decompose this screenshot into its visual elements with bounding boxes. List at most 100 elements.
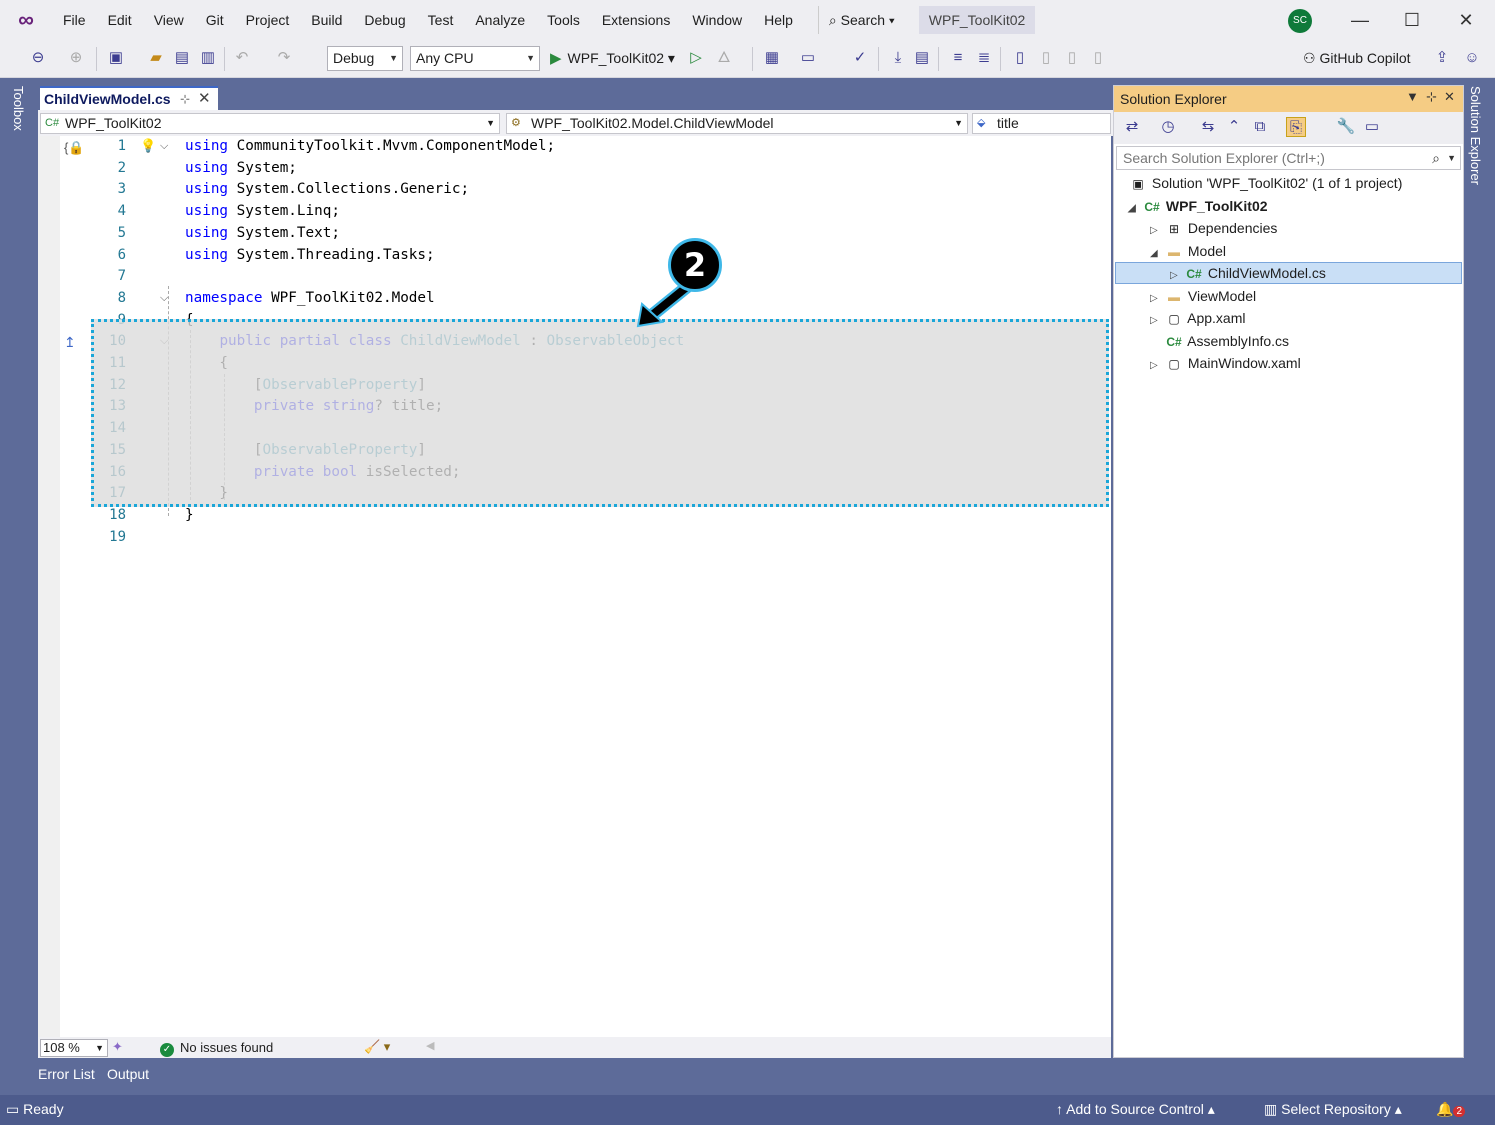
undo-icon[interactable]: ↶ xyxy=(232,48,252,68)
properties-icon[interactable]: 🔧 xyxy=(1336,117,1356,137)
tree-model-folder[interactable]: ◢ ▬ Model xyxy=(1150,240,1226,262)
search-button[interactable]: ⌕ Search ▾ xyxy=(817,6,905,34)
bookmark-icon[interactable]: ▯ xyxy=(1010,48,1030,68)
maximize-icon[interactable]: ☐ xyxy=(1400,8,1424,32)
menu-analyze[interactable]: Analyze xyxy=(464,0,536,40)
sync-icon[interactable]: ⇆ xyxy=(1198,117,1218,137)
navigate-back-icon[interactable]: ⊖ xyxy=(28,48,48,68)
show-all-files-icon[interactable]: ⧉ xyxy=(1250,117,1270,137)
open-folder-icon[interactable]: ▰ xyxy=(146,48,166,68)
close-window-icon[interactable]: ✕ xyxy=(1454,8,1478,32)
tree-project[interactable]: ◢ C# WPF_ToolKit02 xyxy=(1128,195,1268,217)
save-icon[interactable]: ▤ xyxy=(172,48,192,68)
code-line[interactable]: using System.Linq; xyxy=(185,201,340,223)
code-line[interactable]: using System.Text; xyxy=(185,223,340,245)
visual-studio-logo-icon[interactable]: ∞ xyxy=(0,0,52,40)
collapse-all-icon[interactable]: ⌃ xyxy=(1224,117,1244,137)
configuration-select[interactable]: Debug ▼ xyxy=(327,46,403,71)
menu-file[interactable]: File xyxy=(52,0,97,40)
start-without-debugging-icon[interactable]: ▷ xyxy=(686,48,706,68)
new-item-icon[interactable]: ▣ xyxy=(106,48,126,68)
github-copilot-button[interactable]: ⚇ GitHub Copilot xyxy=(1303,46,1411,71)
spell-check-icon[interactable]: ✓ xyxy=(850,48,870,68)
tree-solution[interactable]: ▣ Solution 'WPF_ToolKit02' (1 of 1 proje… xyxy=(1128,172,1402,194)
uncomment-icon[interactable]: ≣ xyxy=(974,48,994,68)
navigate-forward-icon[interactable]: ⊕ xyxy=(66,48,86,68)
add-to-source-control-button[interactable]: ↑ Add to Source Control ▴ xyxy=(1056,1101,1215,1118)
next-bookmark-icon[interactable]: ▯ xyxy=(1062,48,1082,68)
zoom-select[interactable]: 108 % ▼ xyxy=(40,1039,108,1057)
pin-icon[interactable]: ⊹ xyxy=(180,92,190,106)
member-dropdown[interactable]: ⬙ title xyxy=(972,113,1111,134)
tree-viewmodel-folder[interactable]: ▷ ▬ ViewModel xyxy=(1150,285,1256,307)
redo-icon[interactable]: ↷ xyxy=(274,48,294,68)
intellicode-icon[interactable]: ✦ xyxy=(112,1039,123,1055)
feedback-icon[interactable]: ☺ xyxy=(1462,48,1482,68)
menu-test[interactable]: Test xyxy=(417,0,465,40)
properties-icon[interactable]: ▤ xyxy=(912,48,932,68)
close-icon[interactable]: ✕ xyxy=(198,89,211,107)
pending-changes-icon[interactable]: ◷ xyxy=(1158,117,1178,137)
solution-search-input[interactable]: Search Solution Explorer (Ctrl+;) ⌕ ▼ xyxy=(1116,146,1461,170)
expand-icon[interactable]: ◢ xyxy=(1150,243,1164,265)
solution-explorer-icon[interactable]: ▦ xyxy=(762,48,782,68)
tab-childviewmodel[interactable]: ChildViewModel.cs ⊹ ✕ xyxy=(40,86,218,112)
switch-views-icon[interactable]: ⇄ xyxy=(1122,117,1142,137)
issues-indicator[interactable]: ✓ No issues found xyxy=(160,1040,273,1057)
minimize-icon[interactable]: — xyxy=(1348,8,1372,32)
code-line[interactable]: } xyxy=(185,505,194,527)
select-repository-button[interactable]: ▥ Select Repository ▴ xyxy=(1264,1101,1402,1118)
scroll-left-icon[interactable]: ◀ xyxy=(426,1039,434,1052)
code-line[interactable]: using System; xyxy=(185,158,297,180)
collapsed-icon[interactable]: ▷ xyxy=(1150,220,1164,242)
tab-error-list[interactable]: Error List xyxy=(38,1066,95,1082)
menu-tools[interactable]: Tools xyxy=(536,0,591,40)
hot-reload-icon[interactable]: 🜂 xyxy=(714,48,734,68)
fold-toggle-icon[interactable]: ⌵ xyxy=(160,288,168,310)
menu-debug[interactable]: Debug xyxy=(353,0,416,40)
menu-view[interactable]: View xyxy=(143,0,195,40)
tab-output[interactable]: Output xyxy=(107,1066,149,1082)
platform-select[interactable]: Any CPU ▼ xyxy=(410,46,540,71)
collapsed-icon[interactable]: ▷ xyxy=(1170,265,1184,287)
code-cleanup-icon[interactable]: 🧹 ▾ xyxy=(364,1039,390,1055)
tree-app-xaml[interactable]: ▷ ▢ App.xaml xyxy=(1150,307,1245,329)
pin-icon[interactable]: ⊹ xyxy=(1426,89,1437,105)
toolbox-strip[interactable]: Toolbox xyxy=(0,78,38,1068)
window-layout-icon[interactable]: ▭ xyxy=(798,48,818,68)
fold-toggle-icon[interactable]: ⌵ xyxy=(160,136,168,158)
menu-edit[interactable]: Edit xyxy=(97,0,143,40)
code-editor[interactable]: {🔒 💡 ↥ 1 ⌵ using CommunityToolkit.Mvvm.Com… xyxy=(38,136,1111,1058)
class-dropdown[interactable]: ⚙ WPF_ToolKit02.Model.ChildViewModel ▼ xyxy=(506,113,968,134)
menu-build[interactable]: Build xyxy=(300,0,353,40)
project-dropdown[interactable]: C# WPF_ToolKit02 ▼ xyxy=(40,113,500,134)
code-line[interactable]: using CommunityToolkit.Mvvm.ComponentMod… xyxy=(185,136,555,158)
preview-selected-icon[interactable]: ⎘ xyxy=(1286,117,1306,137)
share-icon[interactable]: ⇪ xyxy=(1432,48,1452,68)
code-lens-icon[interactable]: {🔒 xyxy=(64,140,85,156)
preview-icon[interactable]: ▭ xyxy=(1362,117,1382,137)
start-debugging-button[interactable]: ▶ WPF_ToolKit02 ▾ xyxy=(550,46,675,71)
close-icon[interactable]: ✕ xyxy=(1444,89,1455,105)
save-all-icon[interactable]: ▥ xyxy=(198,48,218,68)
dropdown-icon[interactable]: ▼ xyxy=(1406,89,1419,104)
tree-childviewmodel[interactable]: ▷ C# ChildViewModel.cs xyxy=(1170,262,1326,284)
menu-help[interactable]: Help xyxy=(753,0,804,40)
collapsed-icon[interactable]: ▷ xyxy=(1150,355,1164,377)
expand-icon[interactable]: ◢ xyxy=(1128,198,1142,220)
clear-bookmarks-icon[interactable]: ▯ xyxy=(1088,48,1108,68)
lightbulb-icon[interactable]: 💡 xyxy=(140,138,156,154)
menu-git[interactable]: Git xyxy=(195,0,235,40)
menu-extensions[interactable]: Extensions xyxy=(591,0,681,40)
code-line[interactable]: namespace WPF_ToolKit02.Model xyxy=(185,288,435,310)
account-avatar[interactable]: SC xyxy=(1288,9,1312,33)
menu-project[interactable]: Project xyxy=(235,0,301,40)
step-icon[interactable]: ⤓ xyxy=(888,48,908,68)
code-line[interactable]: using System.Threading.Tasks; xyxy=(185,245,435,267)
comment-icon[interactable]: ≡ xyxy=(948,48,968,68)
solution-explorer-strip[interactable]: Solution Explorer xyxy=(1464,78,1495,1068)
menu-window[interactable]: Window xyxy=(681,0,753,40)
code-line[interactable]: using System.Collections.Generic; xyxy=(185,179,469,201)
prev-bookmark-icon[interactable]: ▯ xyxy=(1036,48,1056,68)
collapsed-icon[interactable]: ▷ xyxy=(1150,310,1164,332)
